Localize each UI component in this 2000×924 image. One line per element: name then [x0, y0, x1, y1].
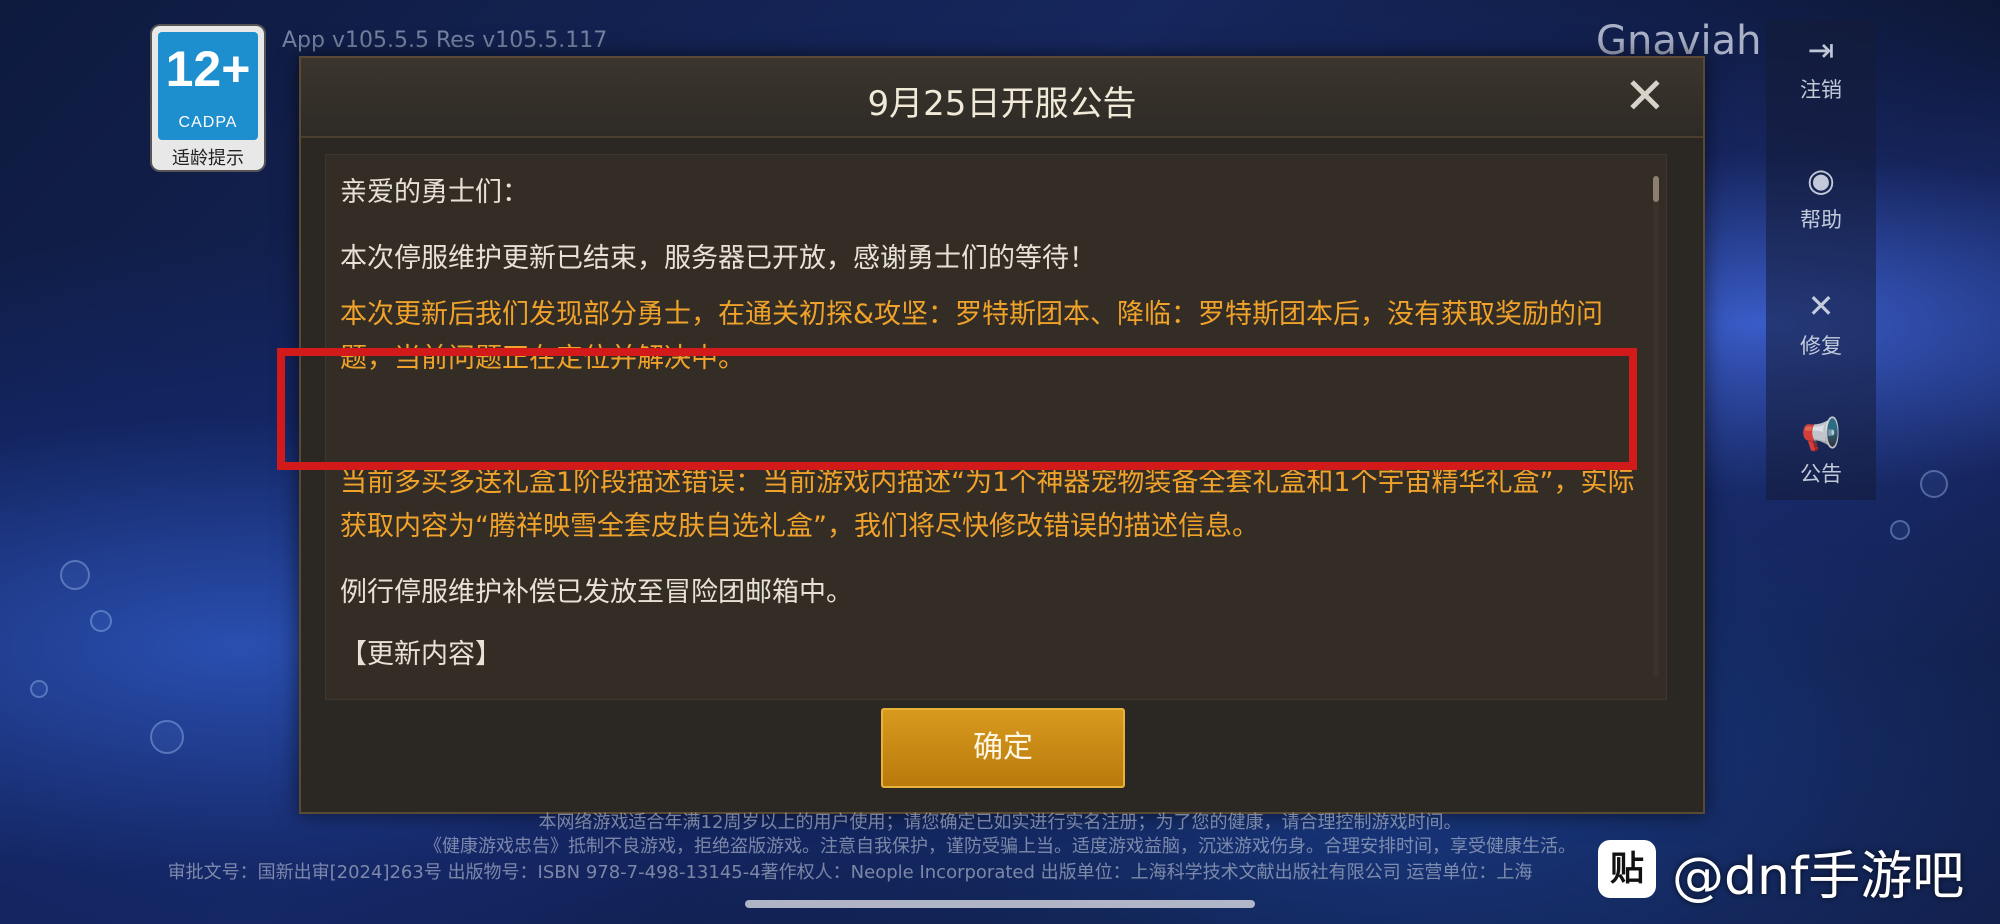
confirm-button[interactable]: 确定 [881, 708, 1125, 788]
side-menu-repair[interactable]: ✕ 修复 [1766, 286, 1876, 360]
side-menu-logout[interactable]: ⇥ 注销 [1766, 30, 1876, 104]
side-menu-label: 注销 [1800, 78, 1842, 102]
age-rating-tip: 适龄提示 [172, 148, 244, 169]
side-menu-help[interactable]: ◉ 帮助 [1766, 160, 1876, 234]
scroll-thumb[interactable] [1653, 176, 1659, 202]
age-rating-number: 12+ [165, 41, 251, 97]
background-bubble [1920, 470, 1948, 498]
dialog-header: 9月25日开服公告 ✕ [301, 58, 1703, 138]
side-menu-label: 修复 [1800, 334, 1842, 358]
side-menu-label: 帮助 [1800, 208, 1842, 232]
side-menu-label: 公告 [1800, 462, 1842, 486]
publishing-info: 审批文号：国新出审[2024]263号 出版物号：ISBN 978-7-498-… [167, 862, 1533, 883]
announcement-dialog: 9月25日开服公告 ✕ 亲爱的勇士们： 本次停服维护更新已结束，服务器已开放，感… [277, 56, 1705, 814]
version-info: App v105.5.5 Res v105.5.117 [282, 28, 608, 53]
home-indicator[interactable] [745, 900, 1255, 908]
background-bubble [60, 560, 90, 590]
background-bubble [1890, 520, 1910, 540]
side-menu-announcement[interactable]: 📢 公告 [1766, 414, 1876, 488]
background-bubble [30, 680, 48, 698]
help-icon: ◉ [1807, 161, 1835, 199]
close-icon[interactable]: ✕ [1617, 68, 1673, 124]
background-bubble [150, 720, 184, 754]
logout-icon: ⇥ [1807, 31, 1835, 69]
side-menu: ⇥ 注销 ◉ 帮助 ✕ 修复 📢 公告 [1766, 20, 1876, 500]
age-rating-org: CADPA [178, 114, 238, 131]
age-rating-inner: 12+ CADPA [158, 32, 258, 140]
tieba-logo-icon: 贴 [1598, 840, 1656, 898]
gift-box-error-text: 当前多买多送礼盒1阶段描述错误：当前游戏内描述“为1个神器宠物装备全套礼盒和1个… [340, 467, 1635, 542]
age-notice: 本网络游戏适合年满12周岁以上的用户使用；请您确定已如实进行实名注册；为了您的健… [538, 812, 1462, 833]
watermark-text: @dnf手游吧 [1672, 847, 1965, 907]
update-content-heading: 【更新内容】 [340, 639, 502, 670]
repair-icon: ✕ [1807, 287, 1835, 325]
red-highlight-box [277, 348, 1637, 470]
compensation-text: 例行停服维护补偿已发放至冒险团邮箱中。 [340, 577, 853, 608]
content-scrollbar[interactable] [1653, 176, 1659, 676]
announcement-icon: 📢 [1801, 415, 1841, 453]
background-bubble [90, 610, 112, 632]
dialog-title: 9月25日开服公告 [867, 84, 1137, 124]
greeting-text: 亲爱的勇士们： [340, 177, 529, 208]
maintenance-finished-text: 本次停服维护更新已结束，服务器已开放，感谢勇士们的等待！ [340, 243, 1096, 274]
age-rating-badge[interactable]: 12+ CADPA 适龄提示 [152, 26, 264, 170]
